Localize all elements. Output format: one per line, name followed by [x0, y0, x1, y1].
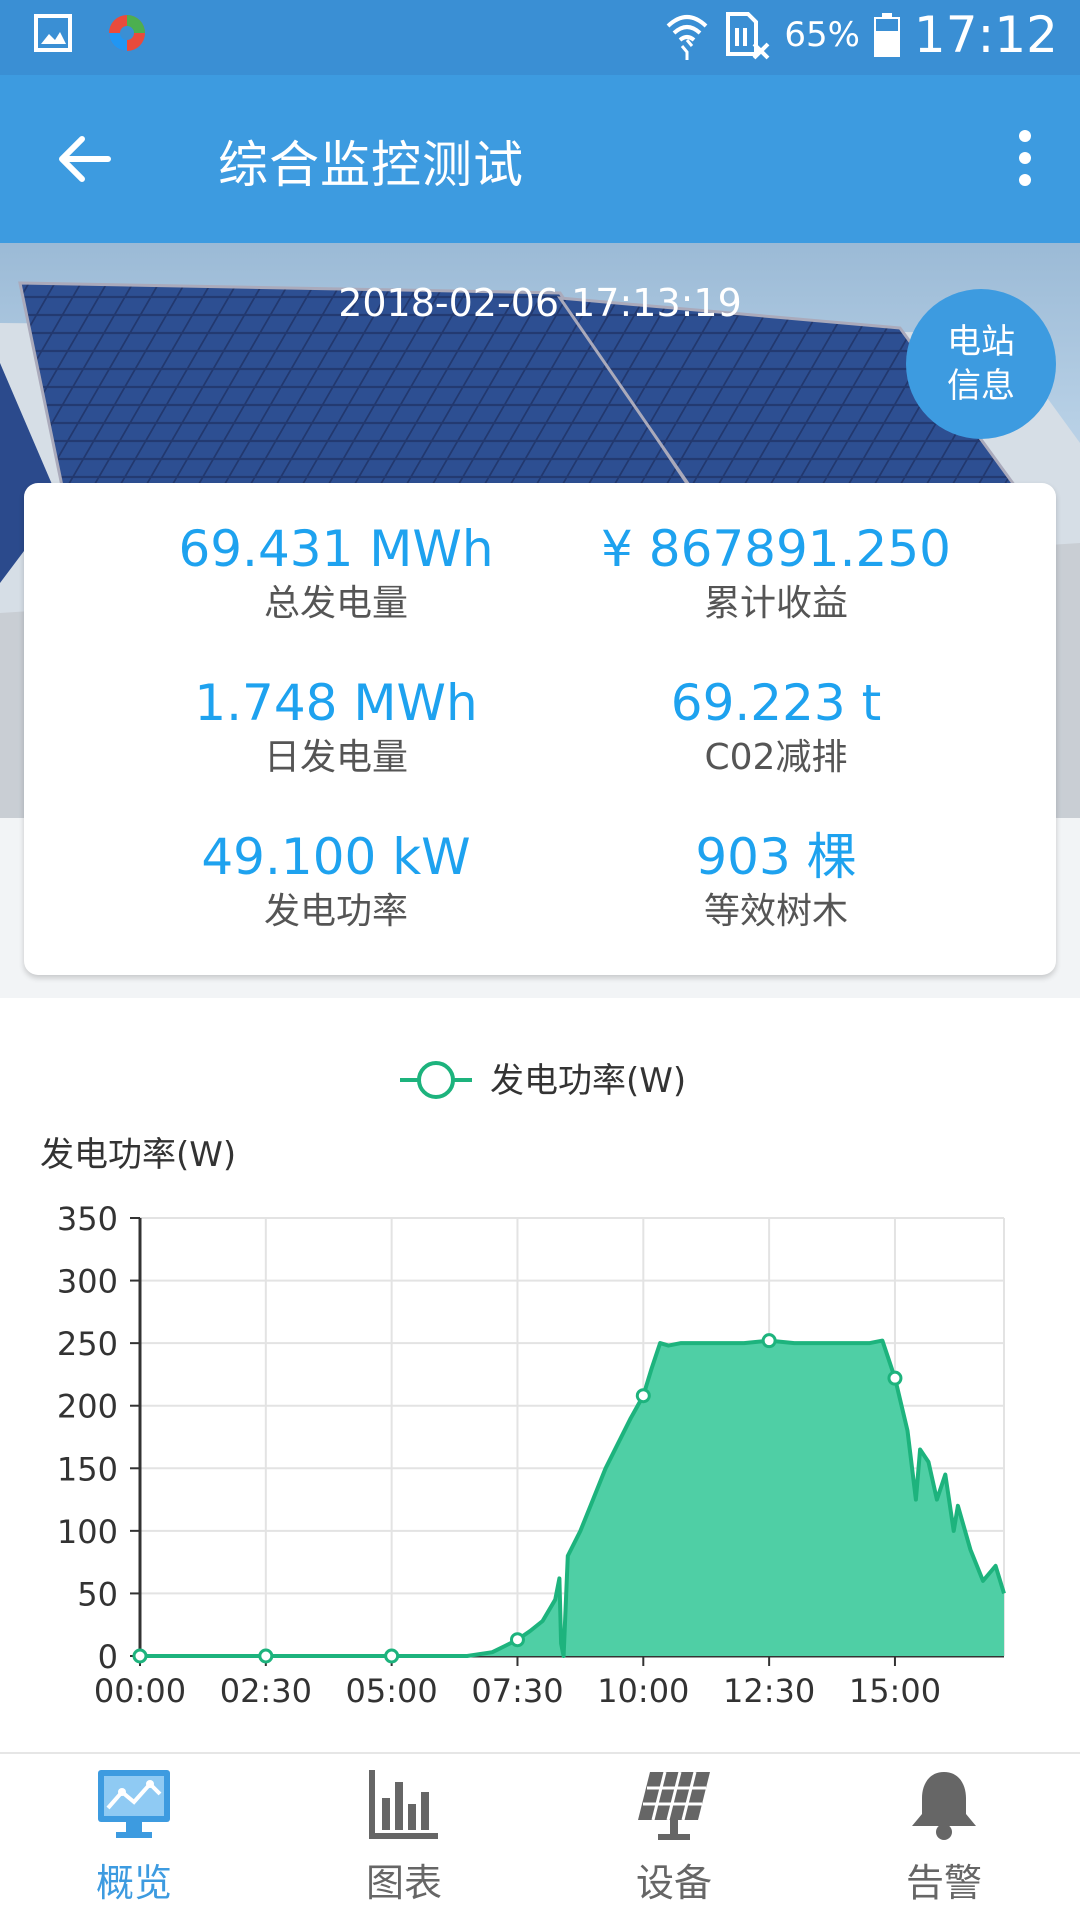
y-tick-label: 0 — [98, 1638, 118, 1676]
station-info-label-line1: 电站 — [947, 322, 1015, 362]
stat-power: 49.100 kW 发电功率 — [116, 827, 556, 937]
nav-label: 设备 — [635, 1861, 712, 1905]
back-arrow-icon[interactable] — [56, 131, 112, 187]
battery-icon — [873, 13, 900, 57]
page-title: 综合监控测试 — [218, 136, 524, 194]
stat-co2-reduction: 69.223 t C02减排 — [556, 673, 996, 783]
nav-overview[interactable]: 概览 — [34, 1768, 234, 1907]
x-tick-label: 15:00 — [849, 1672, 941, 1710]
stat-label: 发电功率 — [263, 891, 408, 932]
legend-marker — [417, 1061, 455, 1099]
app-bar: 综合监控测试 — [0, 75, 1080, 243]
x-tick-label: 00:00 — [94, 1672, 186, 1710]
power-chart-svg: 0 50 100 150 200 250 300 350 00:00 02:30 05:00 07:3… — [40, 1061, 1006, 1710]
solar-panel-icon — [638, 1771, 710, 1840]
stat-value: 49.100 kW — [201, 828, 471, 886]
app-logo-icon — [109, 15, 145, 51]
stat-value: ¥ 867891.250 — [601, 520, 951, 578]
monitor-chart-icon — [98, 1770, 170, 1838]
legend-label: 发电功率(W) — [490, 1061, 686, 1101]
nav-alarms[interactable]: 告警 — [844, 1768, 1044, 1907]
stat-value: 903 棵 — [695, 828, 857, 886]
stat-daily-energy: 1.748 MWh 日发电量 — [116, 673, 556, 783]
nav-devices[interactable]: 设备 — [574, 1768, 774, 1907]
bottom-navigation: 概览 图表 设备 告警 — [0, 1752, 1080, 1922]
station-info-button[interactable]: 电站 信息 — [906, 289, 1056, 439]
stats-card: 69.431 MWh 总发电量 ¥ 867891.250 累计收益 1.748 … — [24, 483, 1056, 975]
y-tick-label: 200 — [57, 1388, 118, 1426]
status-right: 65% 17:12 — [664, 6, 1058, 64]
stat-total-energy: 69.431 MWh 总发电量 — [116, 519, 556, 629]
y-tick-label: 50 — [77, 1575, 118, 1613]
stat-value: 1.748 MWh — [194, 674, 478, 732]
nav-label: 图表 — [365, 1861, 442, 1905]
series-point — [635, 1388, 651, 1404]
stat-label: 等效树木 — [703, 891, 848, 932]
stat-label: 日发电量 — [263, 737, 408, 778]
y-tick-label: 100 — [57, 1513, 118, 1551]
battery-percent: 65% — [784, 15, 860, 55]
x-tick-label: 07:30 — [471, 1672, 563, 1710]
y-axis-label: 发电功率(W) — [40, 1135, 236, 1175]
nav-label: 概览 — [95, 1861, 172, 1905]
stat-label: 总发电量 — [263, 583, 408, 624]
y-tick-label: 150 — [57, 1450, 118, 1488]
stat-label: C02减排 — [704, 737, 848, 778]
wifi-icon — [666, 15, 708, 60]
status-left-icons — [34, 12, 148, 54]
more-options-icon[interactable] — [1010, 127, 1040, 189]
clock: 17:12 — [913, 6, 1058, 64]
x-tick-label: 02:30 — [220, 1672, 312, 1710]
x-tick-label: 10:00 — [597, 1672, 689, 1710]
series-point — [509, 1632, 525, 1648]
power-chart: 0 50 100 150 200 250 300 350 00:00 02:30 05:00 07:3… — [0, 1020, 1080, 1750]
nav-charts[interactable]: 图表 — [304, 1768, 504, 1907]
status-bar: 65% 17:12 — [0, 0, 1080, 75]
y-tick-label: 250 — [57, 1325, 118, 1363]
stat-value: 69.223 t — [670, 674, 882, 732]
y-tick-label: 350 — [57, 1200, 118, 1238]
stat-total-revenue: ¥ 867891.250 累计收益 — [556, 519, 996, 629]
station-info-label-line2: 信息 — [947, 366, 1015, 406]
y-tick-label: 300 — [57, 1263, 118, 1301]
series-point — [384, 1648, 400, 1664]
bell-icon — [912, 1772, 976, 1840]
stat-value: 69.431 MWh — [178, 520, 494, 578]
bar-chart-icon — [369, 1770, 438, 1839]
x-tick-label: 12:30 — [723, 1672, 815, 1710]
no-sim-icon — [726, 12, 770, 60]
series-point — [258, 1648, 274, 1664]
series-point — [761, 1333, 777, 1349]
stat-trees: 903 棵 等效树木 — [556, 827, 996, 937]
series-point — [132, 1648, 148, 1664]
series-point — [887, 1370, 903, 1386]
series-area — [140, 1340, 1004, 1656]
stat-label: 累计收益 — [703, 583, 848, 624]
update-datetime: 2018-02-06 17:13:19 — [338, 281, 742, 325]
x-tick-label: 05:00 — [346, 1672, 438, 1710]
nav-label: 告警 — [905, 1861, 982, 1905]
gallery-icon — [34, 14, 72, 52]
